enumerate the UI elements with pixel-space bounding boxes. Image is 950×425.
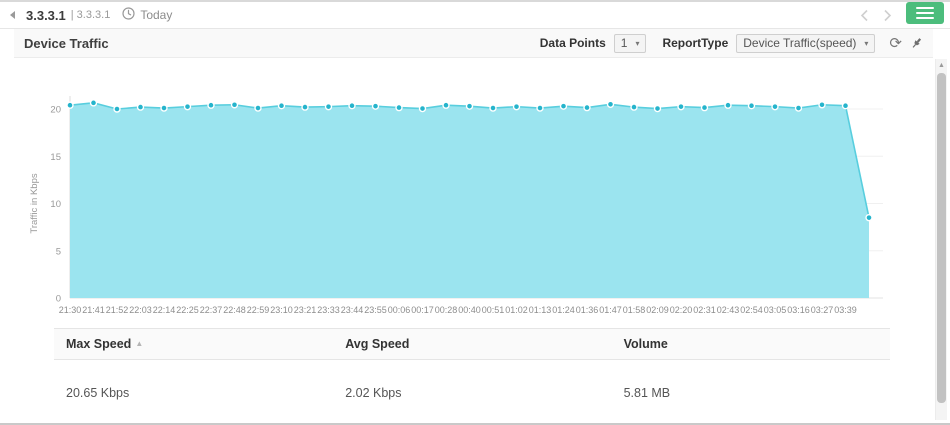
pin-icon[interactable]	[910, 36, 923, 50]
refresh-icon[interactable]: ⟳	[889, 36, 902, 51]
svg-text:03:16: 03:16	[787, 305, 810, 315]
svg-text:5: 5	[56, 246, 61, 257]
svg-text:23:10: 23:10	[270, 305, 293, 315]
nav-prev-icon[interactable]	[860, 9, 869, 22]
back-icon[interactable]	[8, 10, 16, 20]
svg-text:03:39: 03:39	[834, 305, 857, 315]
max-speed-value: 20.65 Kbps	[66, 386, 130, 400]
svg-text:01:24: 01:24	[552, 305, 575, 315]
svg-text:03:05: 03:05	[764, 305, 787, 315]
table-row: 20.65 Kbps 2.02 Kbps 5.81 MB	[54, 360, 890, 410]
vertical-scrollbar[interactable]: ▲	[935, 59, 947, 420]
svg-text:22:48: 22:48	[223, 305, 246, 315]
avg-speed-value: 2.02 Kbps	[345, 386, 402, 400]
device-subtitle: | 3.3.3.1	[70, 9, 111, 21]
data-points-value: 1	[620, 36, 628, 50]
svg-text:02:20: 02:20	[670, 305, 693, 315]
svg-text:01:47: 01:47	[599, 305, 622, 315]
svg-text:00:40: 00:40	[458, 305, 481, 315]
column-header-volume[interactable]: Volume	[612, 329, 890, 359]
page: 3.3.3.1 | 3.3.3.1 Today Device Traffic D…	[0, 0, 950, 425]
report-type-select[interactable]: Device Traffic(speed) ▾	[736, 33, 876, 53]
svg-text:10: 10	[50, 199, 61, 210]
summary-table: Max Speed ▲ Avg Speed Volume 20.65 Kbps 2…	[54, 328, 890, 410]
svg-text:00:51: 00:51	[482, 305, 505, 315]
chart-area: 0 5 10 15 20 21:30 21:41 21:52 22:03 22:14 22:25 22…	[0, 58, 950, 320]
svg-text:00:06: 00:06	[388, 305, 411, 315]
svg-text:Traffic in Kbps: Traffic in Kbps	[29, 173, 40, 233]
svg-text:00:28: 00:28	[435, 305, 458, 315]
table-header-row: Max Speed ▲ Avg Speed Volume	[54, 328, 890, 360]
svg-text:0: 0	[56, 294, 61, 305]
column-header-avg-speed[interactable]: Avg Speed	[333, 329, 611, 359]
svg-text:22:25: 22:25	[176, 305, 199, 315]
svg-text:21:41: 21:41	[82, 305, 105, 315]
svg-text:02:54: 02:54	[740, 305, 763, 315]
svg-text:03:27: 03:27	[811, 305, 834, 315]
topbar: 3.3.3.1 | 3.3.3.1 Today	[0, 1, 950, 29]
svg-text:20: 20	[50, 105, 61, 116]
device-name: 3.3.3.1	[26, 7, 66, 23]
svg-text:01:58: 01:58	[623, 305, 646, 315]
report-type-value: Device Traffic(speed)	[743, 36, 857, 50]
clock-icon	[122, 7, 135, 23]
svg-text:02:31: 02:31	[693, 305, 716, 315]
period-label[interactable]: Today	[140, 8, 172, 22]
svg-text:22:37: 22:37	[200, 305, 223, 315]
svg-text:02:09: 02:09	[646, 305, 669, 315]
svg-text:00:17: 00:17	[411, 305, 434, 315]
svg-text:15: 15	[50, 152, 61, 163]
svg-text:01:13: 01:13	[529, 305, 552, 315]
widget-title: Device Traffic	[24, 35, 109, 51]
traffic-chart-svg[interactable]: 0510152021:30 21:41 21:52 22:03 22:14 22:25 22…	[26, 86, 898, 320]
scrollbar-thumb[interactable]	[937, 73, 946, 403]
caret-down-icon: ▾	[864, 38, 869, 48]
svg-text:01:36: 01:36	[576, 305, 599, 315]
svg-text:21:52: 21:52	[106, 305, 129, 315]
svg-text:23:33: 23:33	[317, 305, 340, 315]
data-points-select[interactable]: 1 ▾	[613, 33, 647, 53]
svg-text:22:03: 22:03	[129, 305, 152, 315]
caret-down-icon: ▾	[635, 38, 640, 48]
sort-asc-icon: ▲	[135, 339, 144, 348]
nav-next-icon[interactable]	[883, 9, 892, 22]
report-type-label: ReportType	[662, 36, 729, 50]
svg-text:23:21: 23:21	[294, 305, 317, 315]
menu-button[interactable]	[906, 1, 944, 24]
data-points-label: Data Points	[539, 36, 606, 50]
widget-toolbar: Device Traffic Data Points 1 ▾ ReportTyp…	[14, 29, 933, 58]
volume-value: 5.81 MB	[623, 386, 671, 400]
svg-text:22:59: 22:59	[247, 305, 270, 315]
svg-text:21:30: 21:30	[59, 305, 82, 315]
svg-text:22:14: 22:14	[153, 305, 176, 315]
svg-text:23:44: 23:44	[341, 305, 364, 315]
column-header-max-speed[interactable]: Max Speed ▲	[54, 329, 333, 359]
svg-text:02:43: 02:43	[717, 305, 740, 315]
svg-text:01:02: 01:02	[505, 305, 528, 315]
svg-text:23:55: 23:55	[364, 305, 387, 315]
scroll-up-icon[interactable]: ▲	[936, 59, 947, 71]
